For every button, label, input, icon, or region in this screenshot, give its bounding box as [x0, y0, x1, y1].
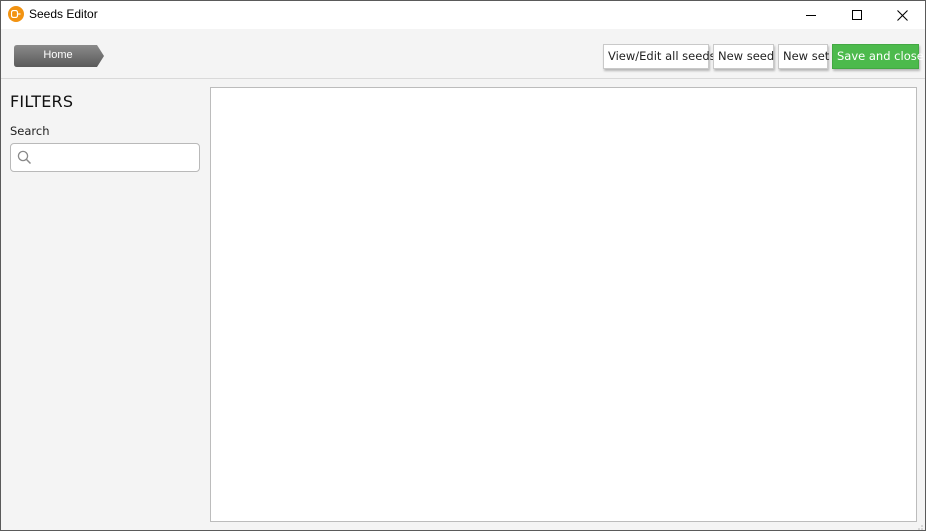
filters-heading: FILTERS: [10, 92, 74, 111]
minimize-icon: [806, 15, 816, 16]
filters-sidebar: FILTERS Search: [1, 80, 207, 530]
breadcrumb-home[interactable]: Home: [14, 45, 104, 67]
close-icon: [896, 9, 908, 21]
maximize-button[interactable]: [834, 1, 880, 29]
search-icon: [17, 150, 32, 165]
save-and-close-button[interactable]: Save and close: [832, 44, 924, 69]
close-button[interactable]: [879, 1, 925, 29]
maximize-icon: [852, 10, 862, 20]
search-box[interactable]: [10, 143, 200, 172]
view-edit-all-seeds-button[interactable]: View/Edit all seeds: [603, 44, 716, 69]
resize-grip-icon[interactable]: [914, 519, 924, 530]
search-input[interactable]: [37, 147, 195, 168]
search-label: Search: [10, 124, 50, 138]
seeds-editor-window: Seeds Editor Home View/Edit all seeds Ne…: [0, 0, 926, 531]
breadcrumb-home-label: Home: [43, 49, 73, 61]
window-title: Seeds Editor: [29, 7, 98, 21]
minimize-button[interactable]: [788, 1, 834, 29]
seeds-content-panel: [210, 87, 917, 522]
toolbar: Home View/Edit all seeds New seed New se…: [1, 29, 925, 79]
title-bar: Seeds Editor: [1, 1, 925, 29]
new-set-button[interactable]: New set: [778, 44, 829, 69]
seeds-app-icon: [8, 6, 24, 22]
new-seed-button[interactable]: New seed: [713, 44, 774, 69]
